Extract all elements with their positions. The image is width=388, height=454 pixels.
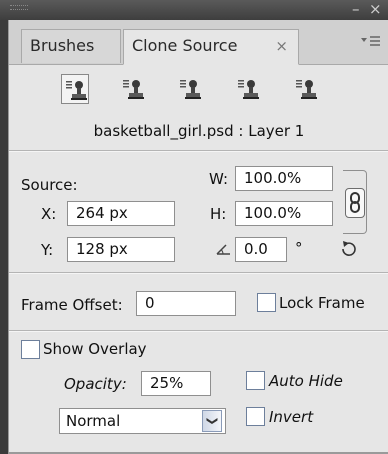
clone-source-buttons — [9, 74, 388, 114]
frame-offset-field[interactable]: 0 — [136, 291, 236, 316]
height-field[interactable]: 100.0% — [235, 201, 333, 226]
degree-symbol: ° — [295, 239, 303, 257]
clone-stamp-icon — [66, 81, 87, 100]
show-overlay-label[interactable]: Show Overlay — [43, 340, 147, 358]
divider — [9, 330, 388, 332]
height-label: H: — [210, 205, 227, 223]
panel-menu-button[interactable] — [361, 34, 381, 52]
auto-hide-label[interactable]: Auto Hide — [269, 372, 343, 390]
show-overlay-checkbox[interactable] — [21, 340, 40, 359]
chevron-down-icon[interactable]: ❯ — [202, 410, 222, 432]
tab-clone-source-label: Clone Source — [132, 36, 238, 55]
clone-stamp-icon — [180, 80, 201, 99]
x-label: X: — [41, 205, 57, 223]
y-offset-field[interactable]: 128 px — [67, 237, 175, 262]
invert-label[interactable]: Invert — [269, 408, 313, 426]
angle-icon — [216, 244, 230, 255]
close-panel-button[interactable]: × — [369, 0, 382, 18]
clone-stamp-icon — [123, 80, 144, 99]
angle-field[interactable]: 0.0 — [235, 237, 287, 262]
source-layer-name: basketball_girl.psd : Layer 1 — [93, 122, 305, 140]
source-label: Source: — [21, 176, 78, 194]
opacity-field[interactable]: 25% — [141, 371, 211, 396]
tab-brushes-label: Brushes — [30, 36, 95, 55]
invert-checkbox[interactable] — [246, 407, 265, 426]
blend-mode-select[interactable]: Normal ❯ — [59, 408, 226, 434]
clone-source-3-button[interactable] — [176, 74, 204, 104]
divider — [9, 272, 388, 274]
width-label: W: — [209, 170, 229, 188]
chain-link-icon[interactable] — [345, 188, 365, 218]
tab-bar: Brushes Clone Source × — [9, 20, 388, 65]
tab-brushes[interactable]: Brushes — [21, 29, 121, 63]
clone-stamp-icon — [238, 80, 259, 99]
reset-transform-icon[interactable] — [339, 239, 359, 259]
tab-clone-source[interactable]: Clone Source × — [123, 29, 299, 65]
opacity-label: Opacity: — [64, 375, 127, 393]
width-field[interactable]: 100.0% — [235, 166, 333, 191]
divider — [9, 150, 388, 152]
x-offset-field[interactable]: 264 px — [67, 201, 175, 226]
menu-lines-icon — [361, 36, 380, 46]
clone-source-4-button[interactable] — [234, 74, 262, 104]
tab-close-icon[interactable]: × — [275, 30, 288, 62]
minimize-button[interactable]: – — [352, 0, 360, 18]
clone-source-1-button[interactable] — [61, 74, 89, 104]
clone-source-5-button[interactable] — [292, 74, 320, 104]
lock-frame-label[interactable]: Lock Frame — [279, 294, 365, 312]
lock-frame-checkbox[interactable] — [257, 293, 276, 312]
clone-source-panel: Brushes Clone Source × basketball_girl.p… — [8, 20, 388, 454]
blend-mode-value: Normal — [66, 412, 121, 430]
drag-grip-icon[interactable] — [10, 5, 28, 10]
clone-source-2-button[interactable] — [119, 74, 147, 104]
y-label: Y: — [41, 241, 54, 259]
auto-hide-checkbox[interactable] — [246, 371, 265, 390]
frame-offset-label: Frame Offset: — [21, 296, 123, 314]
panel-titlebar[interactable]: – × — [0, 0, 388, 20]
clone-stamp-icon — [296, 80, 317, 99]
